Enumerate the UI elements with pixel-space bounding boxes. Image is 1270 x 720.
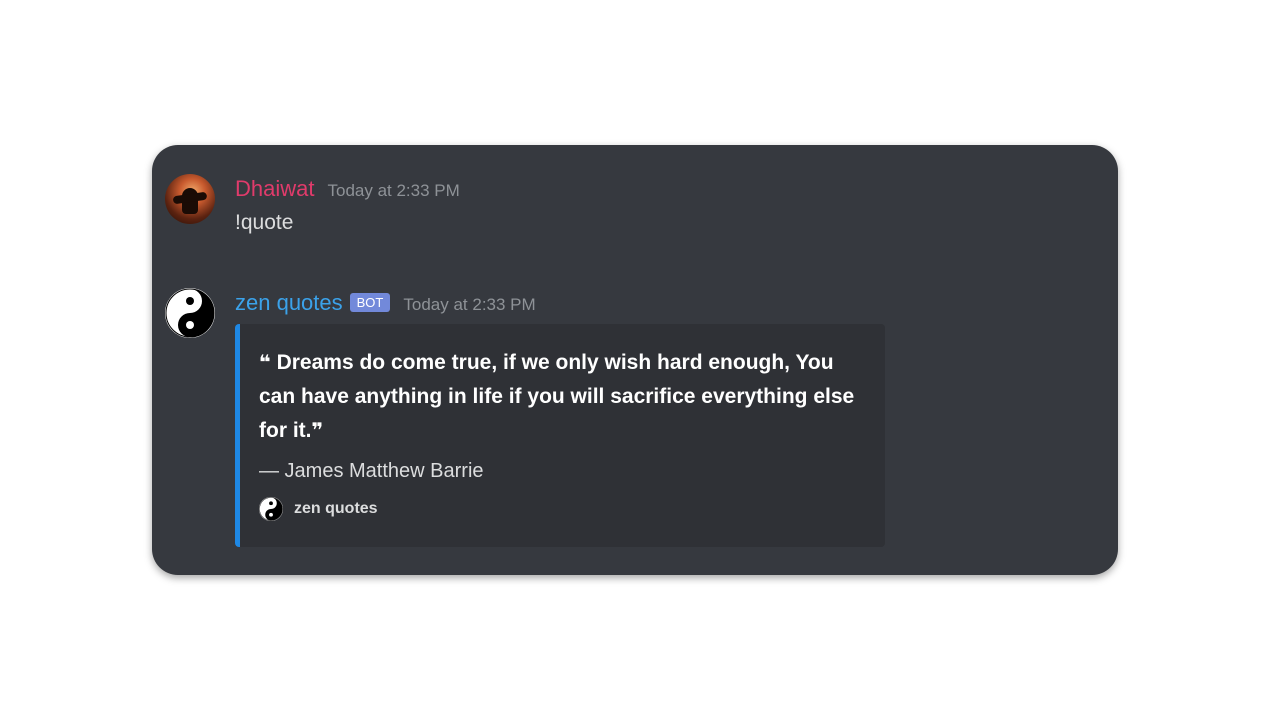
message-header: zen quotes BOT Today at 2:33 PM: [235, 290, 536, 316]
yin-yang-icon[interactable]: [165, 288, 215, 338]
bot-badge: BOT: [349, 293, 391, 312]
bot-username[interactable]: zen quotes: [235, 290, 343, 316]
quote-author: — James Matthew Barrie: [259, 460, 484, 482]
message-header: Dhaiwat Today at 2:33 PM: [235, 176, 460, 202]
yin-yang-icon: [259, 497, 283, 521]
timestamp[interactable]: Today at 2:33 PM: [327, 181, 459, 201]
message-text: !quote: [235, 211, 294, 234]
close-quote-icon: ❞: [311, 420, 324, 442]
user-avatar[interactable]: [165, 174, 215, 224]
quote-body: Dreams do come true, if we only wish har…: [259, 351, 855, 442]
quote-text: ❝ Dreams do come true, if we only wish h…: [259, 346, 859, 448]
quote-embed: ❝ Dreams do come true, if we only wish h…: [235, 324, 885, 547]
username[interactable]: Dhaiwat: [235, 176, 314, 202]
embed-footer: zen quotes: [259, 497, 378, 521]
open-quote-icon: ❝: [259, 352, 271, 374]
chat-panel: Dhaiwat Today at 2:33 PM !quote zen quot…: [152, 145, 1118, 575]
embed-footer-text: zen quotes: [294, 500, 378, 517]
timestamp[interactable]: Today at 2:33 PM: [403, 295, 535, 315]
